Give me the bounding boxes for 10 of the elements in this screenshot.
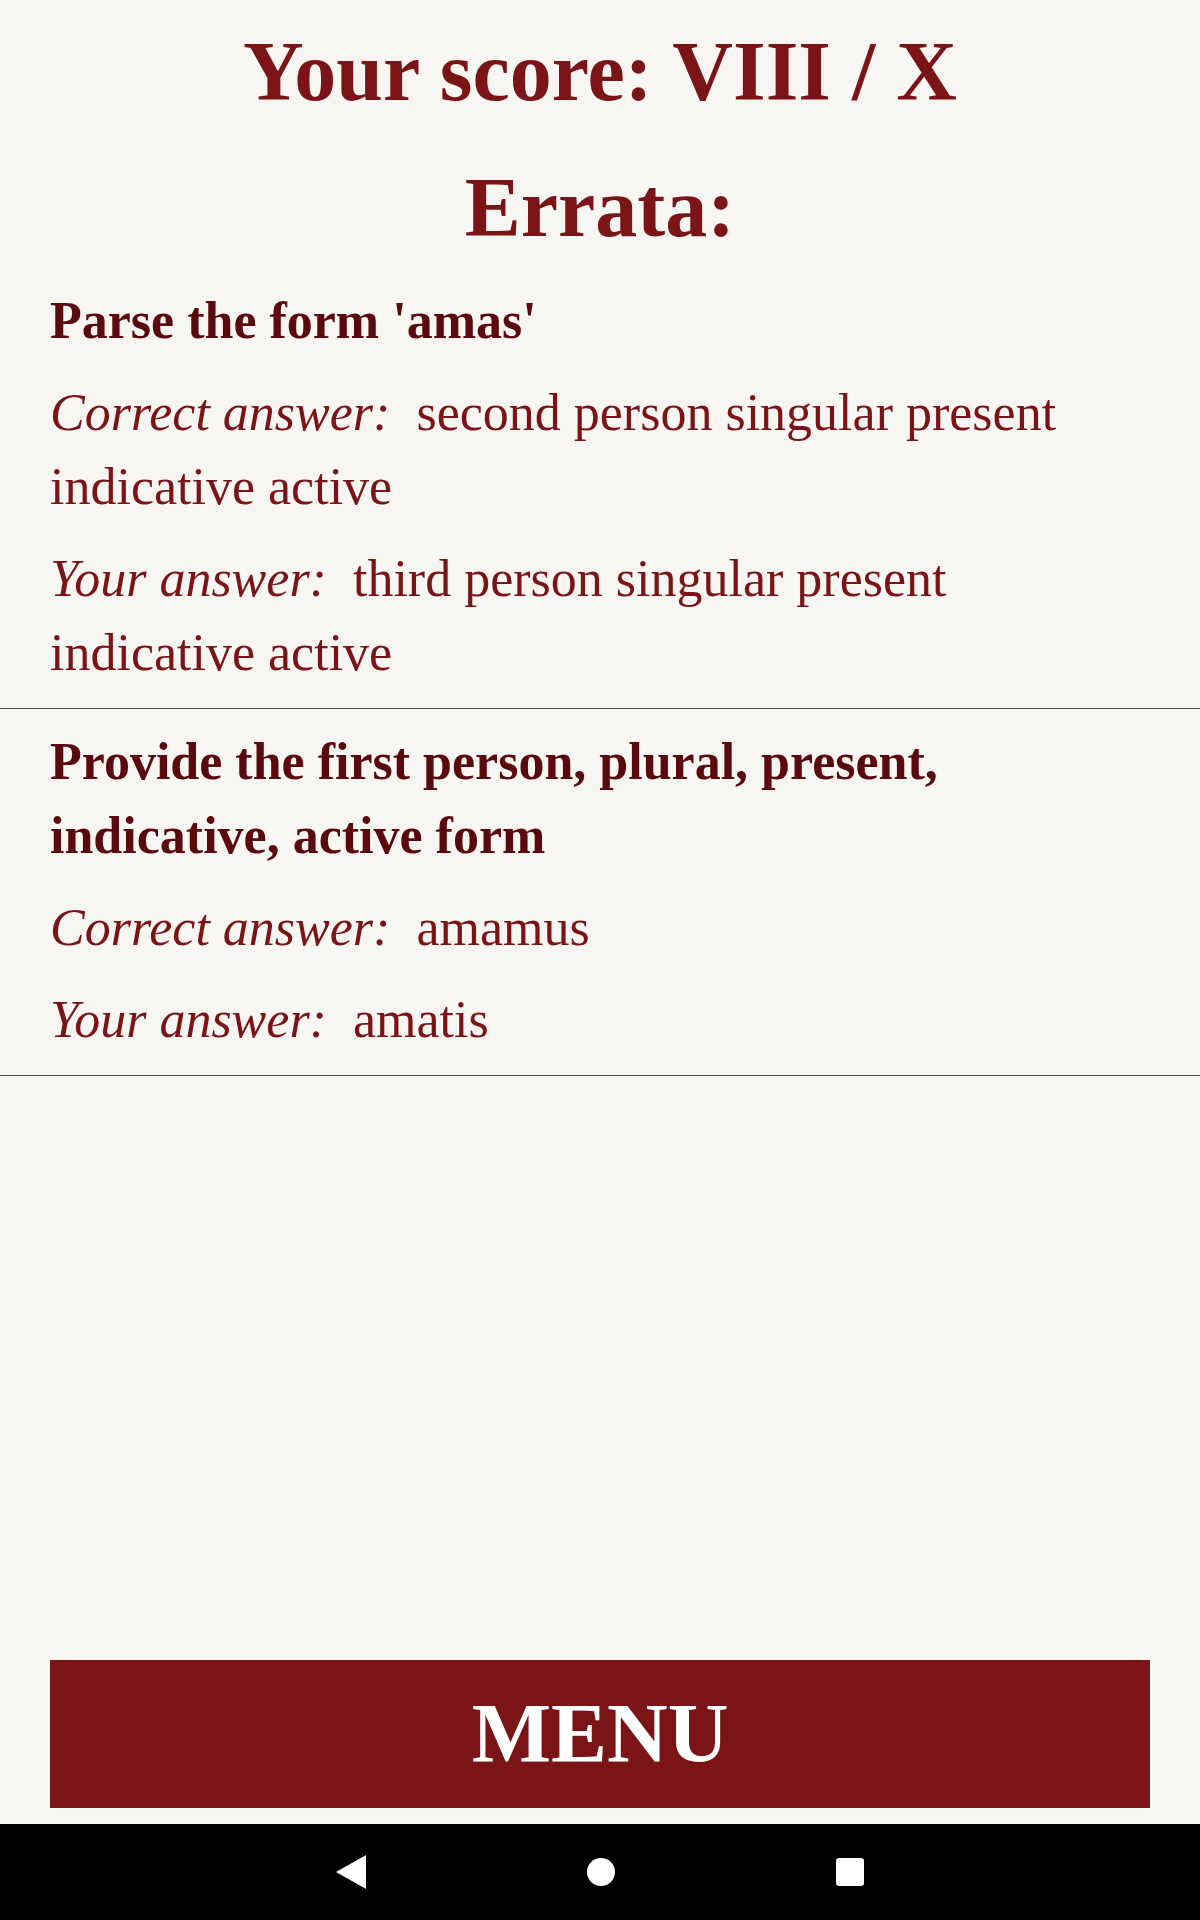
score-title: Your score: VIII / X [242, 24, 957, 120]
your-answer-text: Your answer: amatis [50, 990, 490, 1050]
correct-answer-text: Correct answer: amamus [50, 898, 591, 958]
your-answer-text: Your answer: third person singular present indicative active [50, 549, 948, 683]
back-icon[interactable] [336, 1855, 366, 1889]
question-text: Parse the form 'amas' [50, 291, 538, 351]
menu-button[interactable]: MENU [50, 1660, 1150, 1808]
errata-heading: Errata: [464, 160, 736, 256]
home-icon[interactable] [586, 1857, 616, 1887]
question-text: Provide the first person, plural, present, indicative, active form [50, 732, 939, 866]
